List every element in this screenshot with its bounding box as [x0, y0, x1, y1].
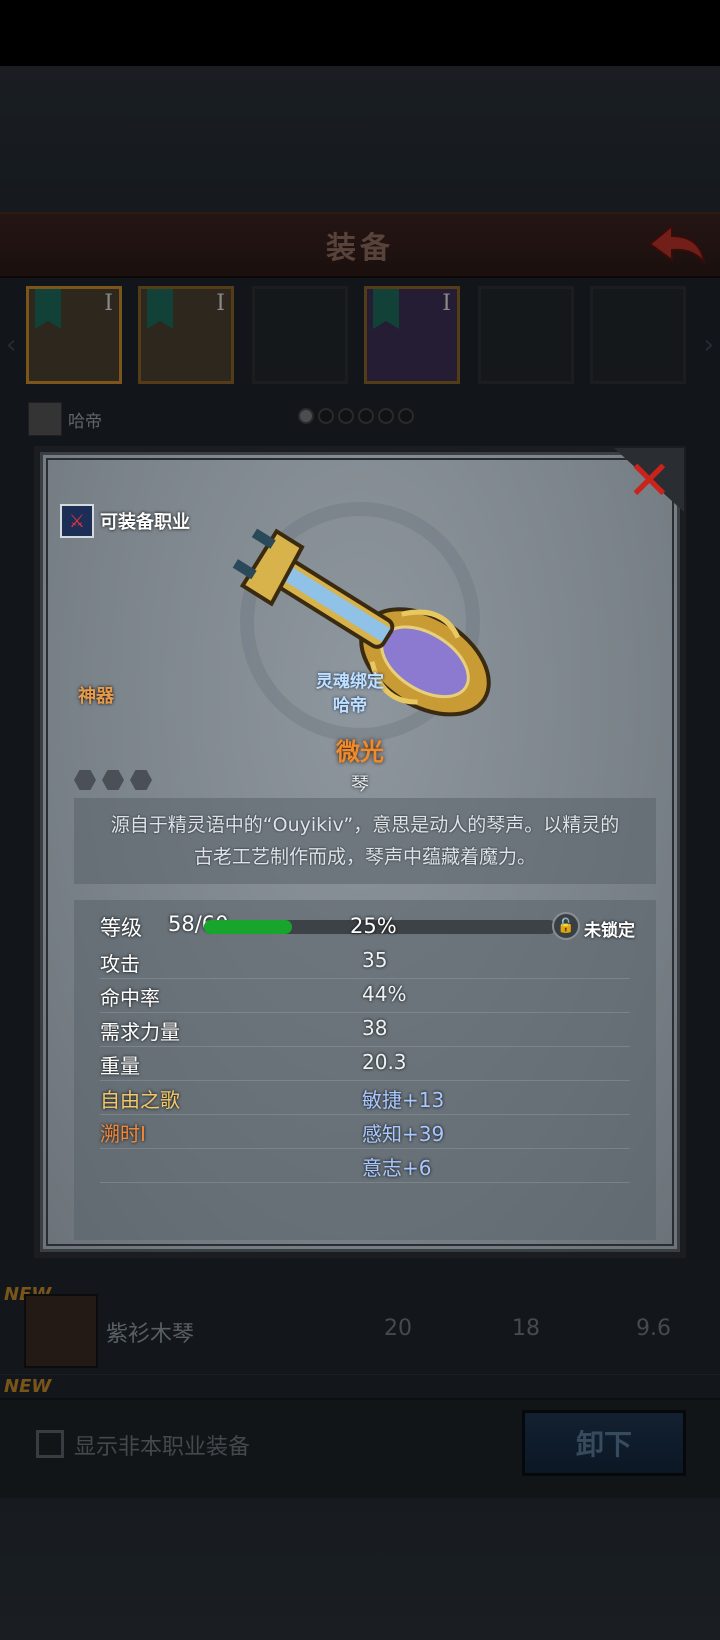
unequip-label: 卸下	[575, 1428, 632, 1461]
banner-icon	[373, 289, 399, 329]
show-other-class-label: 显示非本职业装备	[74, 1435, 251, 1460]
page-dots	[298, 408, 414, 424]
equip-slot-4[interactable]: I	[364, 286, 460, 384]
class-icon: ⚔	[60, 504, 94, 538]
bonus-value: 感知+39	[362, 1122, 445, 1146]
stat-value: 20.3	[362, 1050, 407, 1074]
bonus-name: 溯时I	[100, 1122, 146, 1146]
stat-row: 命中率 44%	[100, 978, 630, 1013]
description-text: 源自于精灵语中的“Ouyikiv”，意思是动人的琴声。以精灵的古老工艺制作而成，…	[110, 814, 620, 868]
item-detail-modal: ✕ ⚔ 可装备职业 神器 灵魂绑定 哈帝 微光 琴 源自于精灵语中的“Ouyik…	[34, 446, 686, 1258]
level-progress-fill	[204, 920, 292, 934]
page-dot[interactable]	[378, 408, 394, 424]
bonus-value: 敏捷+13	[362, 1088, 445, 1112]
owner-name: 哈帝	[68, 411, 102, 432]
close-icon[interactable]: ✕	[627, 454, 672, 508]
stat-name: 需求力量	[100, 1020, 180, 1044]
banner-icon	[35, 289, 61, 329]
bonus-name: 自由之歌	[100, 1088, 180, 1112]
slot-tier: I	[216, 291, 225, 316]
show-other-class-checkbox[interactable]	[36, 1430, 64, 1458]
stat-row: 攻击 35	[100, 944, 630, 979]
banner-icon	[147, 289, 173, 329]
lute-icon	[24, 1294, 98, 1368]
list-item-stat-2: 18	[512, 1316, 540, 1341]
stat-row: 需求力量 38	[100, 1012, 630, 1047]
avatar	[28, 402, 62, 436]
equip-slot-2[interactable]: I	[138, 286, 234, 384]
list-item-stat-3: 9.6	[636, 1316, 671, 1341]
stat-row: 重量 20.3	[100, 1046, 630, 1081]
level-label: 等级	[100, 916, 142, 940]
back-arrow-icon[interactable]	[646, 222, 708, 266]
soulbound-label: 灵魂绑定 哈帝	[316, 672, 384, 716]
item-description: 源自于精灵语中的“Ouyikiv”，意思是动人的琴声。以精灵的古老工艺制作而成，…	[74, 798, 656, 884]
stat-name: 攻击	[100, 952, 140, 976]
equip-slot-5[interactable]	[478, 286, 574, 384]
page-dot[interactable]	[338, 408, 354, 424]
stat-row: 自由之歌 敏捷+13	[100, 1080, 630, 1115]
level-row: 等级 58/60 25% 🔓 未锁定	[100, 908, 654, 944]
page-dot[interactable]	[398, 408, 414, 424]
equip-slot-3[interactable]	[252, 286, 348, 384]
list-item-stat-1: 20	[384, 1316, 412, 1341]
stat-value: 35	[362, 948, 388, 972]
page-dot[interactable]	[318, 408, 334, 424]
usable-class-label: 可装备职业	[100, 512, 190, 533]
list-item-name: 紫衫木琴	[106, 1322, 195, 1347]
unequip-button[interactable]: 卸下	[522, 1410, 686, 1476]
bonus-value: 意志+6	[362, 1156, 432, 1180]
status-bar-area	[0, 0, 720, 66]
level-percent: 25%	[350, 914, 397, 938]
item-type: 琴	[351, 774, 369, 795]
lock-icon[interactable]: 🔓	[552, 912, 580, 940]
title-bar: 装备	[0, 212, 720, 278]
stat-value: 38	[362, 1016, 388, 1040]
equipment-slots: I I I	[0, 282, 720, 392]
usable-class-row[interactable]: ⚔ 可装备职业	[60, 504, 190, 538]
page-title: 装备	[326, 231, 394, 266]
slot-tier: I	[104, 291, 113, 316]
background-lower	[0, 1498, 720, 1640]
background-upper	[0, 66, 720, 216]
stat-name: 命中率	[100, 986, 160, 1010]
item-name: 微光	[336, 738, 384, 766]
page-dot[interactable]	[298, 408, 314, 424]
equip-slot-6[interactable]	[590, 286, 686, 384]
owner-row: 哈帝	[28, 402, 102, 436]
page-dot[interactable]	[358, 408, 374, 424]
stat-row: 意志+6	[100, 1148, 630, 1183]
rarity-label: 神器	[78, 686, 114, 707]
stat-name: 重量	[100, 1054, 140, 1078]
lock-status: 未锁定	[584, 921, 635, 941]
slot-tier: I	[442, 291, 451, 316]
equip-slot-1[interactable]: I	[26, 286, 122, 384]
stat-row: 溯时I 感知+39	[100, 1114, 630, 1149]
stats-panel: 等级 58/60 25% 🔓 未锁定 攻击 35 命中率 44% 需求力量 38…	[74, 900, 656, 1240]
stat-value: 44%	[362, 982, 407, 1006]
new-badge: NEW	[4, 1376, 52, 1397]
